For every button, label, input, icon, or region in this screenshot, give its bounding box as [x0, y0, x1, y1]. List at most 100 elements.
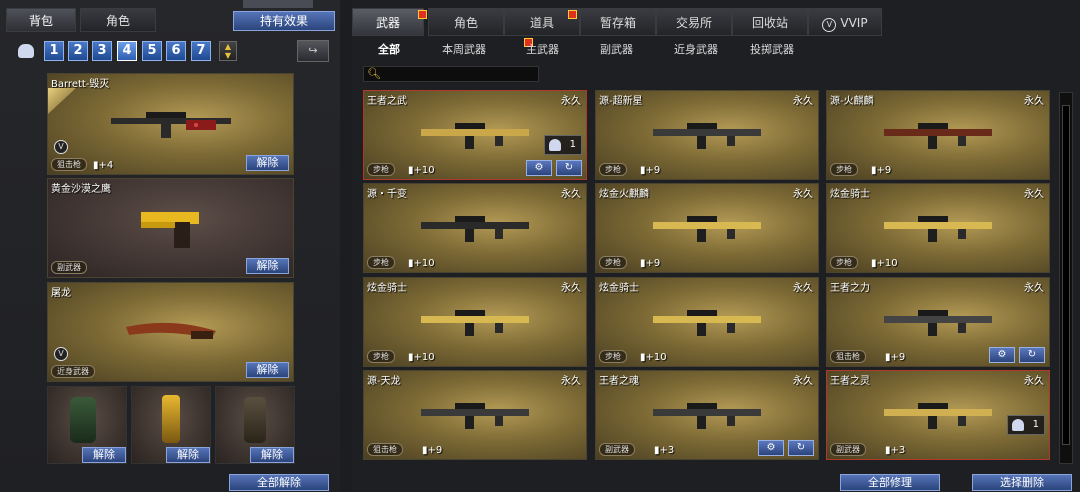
corner-ribbon-icon	[48, 88, 76, 114]
tab-recycle[interactable]: 回收站	[732, 8, 808, 36]
weapon-bonus: ▮+3	[885, 445, 906, 456]
weapon-bonus: ▮+10	[408, 258, 435, 269]
weapon-card[interactable]: 源-超新星 永久 步枪 ▮+9	[595, 90, 819, 180]
weapon-card[interactable]: 王者之魂 永久 副武器 ▮+3 ⚙ ↻	[595, 370, 819, 460]
tab-character[interactable]: 角色	[80, 8, 156, 32]
weapon-bonus: ▮+9	[422, 445, 443, 456]
held-effects-button[interactable]: 持有效果	[233, 11, 335, 31]
weapon-icon	[653, 310, 761, 336]
weapon-card[interactable]: 炫金骑士 永久 步枪 ▮+10	[826, 183, 1050, 273]
tab-storage[interactable]: 暂存箱	[580, 8, 656, 36]
weapon-card[interactable]: 源-火麒麟 永久 步枪 ▮+9	[826, 90, 1050, 180]
tab-backpack[interactable]: 背包	[6, 8, 76, 32]
tab-vvip[interactable]: V VVIP	[808, 8, 882, 36]
flash-grenade-icon	[162, 395, 180, 443]
stack-count: 1	[1007, 415, 1045, 435]
duration-label: 永久	[793, 189, 813, 200]
customize-button[interactable]: ⚙	[526, 160, 552, 176]
weapon-bonus: ▮+10	[640, 352, 667, 363]
tab-weapons[interactable]: 武器	[352, 8, 424, 36]
unequip-button[interactable]: 解除	[82, 447, 126, 463]
slot-4-button[interactable]: 4	[117, 41, 137, 61]
weapon-bonus: ▮+4	[93, 160, 114, 171]
vvip-icon: V	[54, 140, 68, 154]
duration-label: 永久	[561, 189, 581, 200]
subtab-primary[interactable]: 主武器	[526, 41, 559, 57]
tab-exchange[interactable]: 交易所	[656, 8, 732, 36]
unequip-button[interactable]: 解除	[246, 155, 289, 171]
slot-6-button[interactable]: 6	[166, 41, 186, 61]
weapon-icon	[421, 310, 529, 336]
repair-all-button[interactable]: 全部修理	[840, 474, 940, 491]
weapon-name: 王者之力	[830, 283, 870, 294]
weapon-type-badge: 步枪	[367, 350, 395, 363]
grenade-slot-1[interactable]: 解除	[47, 386, 127, 464]
refresh-button[interactable]: ↻	[788, 440, 814, 456]
delete-selected-button[interactable]: 选择删除	[972, 474, 1072, 491]
unequip-button[interactable]: 解除	[246, 258, 289, 274]
refresh-icon: ↻	[564, 162, 574, 173]
duration-label: 永久	[1024, 376, 1044, 387]
weapon-name: 源・千变	[367, 189, 407, 200]
frag-grenade-icon	[244, 397, 266, 443]
character-icon	[1012, 419, 1024, 431]
subtab-all[interactable]: 全部	[378, 41, 400, 57]
clear-all-button[interactable]: 全部解除	[229, 474, 329, 491]
gear-icon: ⚙	[534, 162, 544, 173]
subtab-secondary[interactable]: 副武器	[600, 41, 633, 57]
unequip-button[interactable]: 解除	[246, 362, 289, 378]
unequip-button[interactable]: 解除	[250, 447, 294, 463]
slot-7-button[interactable]: 7	[191, 41, 211, 61]
weapon-card[interactable]: 王者之力 永久 狙击枪 ▮+9 ⚙ ↻	[826, 277, 1050, 367]
vvip-icon: V	[822, 18, 837, 32]
vvip-icon: V	[54, 347, 68, 361]
weapon-name: 王者之武	[367, 96, 407, 107]
customize-button[interactable]: ⚙	[758, 440, 784, 456]
weapon-icon	[653, 123, 761, 149]
subtab-throwing[interactable]: 投掷武器	[750, 41, 794, 57]
weapon-card[interactable]: 炫金骑士 永久步枪 ▮+10	[595, 277, 819, 367]
tab-characters[interactable]: 角色	[428, 8, 504, 36]
subtab-weekly[interactable]: 本周武器	[442, 41, 486, 57]
weapon-name: Barrett-毁灭	[51, 79, 110, 90]
scrollbar-thumb[interactable]	[1062, 105, 1070, 445]
weapon-icon	[421, 216, 529, 242]
gear-icon: ⚙	[997, 349, 1007, 360]
customize-button[interactable]: ⚙	[989, 347, 1015, 363]
scrollbar-track[interactable]	[1059, 92, 1073, 464]
slot-1-button[interactable]: 1	[44, 41, 64, 61]
duration-label: 永久	[793, 376, 813, 387]
weapon-card[interactable]: 源-天龙 永久 狙击枪 ▮+9	[363, 370, 587, 460]
share-icon[interactable]: ↪	[297, 40, 329, 62]
slot-2-button[interactable]: 2	[68, 41, 88, 61]
toolbar-icons	[243, 0, 313, 8]
weapon-type-badge: 步枪	[830, 256, 858, 269]
subtab-melee[interactable]: 近身武器	[674, 41, 718, 57]
refresh-button[interactable]: ↻	[1019, 347, 1045, 363]
weapon-type-badge: 步枪	[599, 350, 627, 363]
weapon-card[interactable]: 炫金骑士 永久 步枪 ▮+10	[363, 277, 587, 367]
search-box[interactable]: 🔍︎	[363, 66, 539, 82]
weapon-card[interactable]: 炫金火麒麟 永久 步枪 ▮+9	[595, 183, 819, 273]
equipped-secondary-card[interactable]: 黄金沙漠之鹰 副武器 解除	[47, 178, 294, 278]
search-input[interactable]	[382, 68, 532, 80]
duration-label: 永久	[1024, 189, 1044, 200]
weapon-card[interactable]: 王者之武 永久 步枪 ▮+10 1 ⚙ ↻	[363, 90, 587, 180]
weapon-card[interactable]: 源・千变 永久 步枪 ▮+10	[363, 183, 587, 273]
duration-label: 永久	[793, 283, 813, 294]
slot-3-button[interactable]: 3	[92, 41, 112, 61]
weapon-name: 炫金骑士	[599, 283, 639, 294]
equipped-melee-card[interactable]: 屠龙 V 近身武器 解除	[47, 282, 294, 382]
equipped-primary-card[interactable]: Barrett-毁灭 V 狙击枪 ▮+4 解除	[47, 73, 294, 175]
grenade-slot-3[interactable]: 解除	[215, 386, 295, 464]
slot-scroll-arrows-icon[interactable]: ▲ ▼	[219, 41, 237, 61]
weapon-type-badge: 狙击枪	[830, 350, 866, 363]
refresh-button[interactable]: ↻	[556, 160, 582, 176]
weapon-name: 源-火麒麟	[830, 96, 874, 107]
weapon-bonus: ▮+9	[871, 165, 892, 176]
slot-5-button[interactable]: 5	[142, 41, 162, 61]
weapon-card[interactable]: 王者之灵 永久 副武器 ▮+3 1	[826, 370, 1050, 460]
grenade-slot-2[interactable]: 解除	[131, 386, 211, 464]
search-icon: 🔍︎	[367, 67, 381, 80]
unequip-button[interactable]: 解除	[166, 447, 210, 463]
